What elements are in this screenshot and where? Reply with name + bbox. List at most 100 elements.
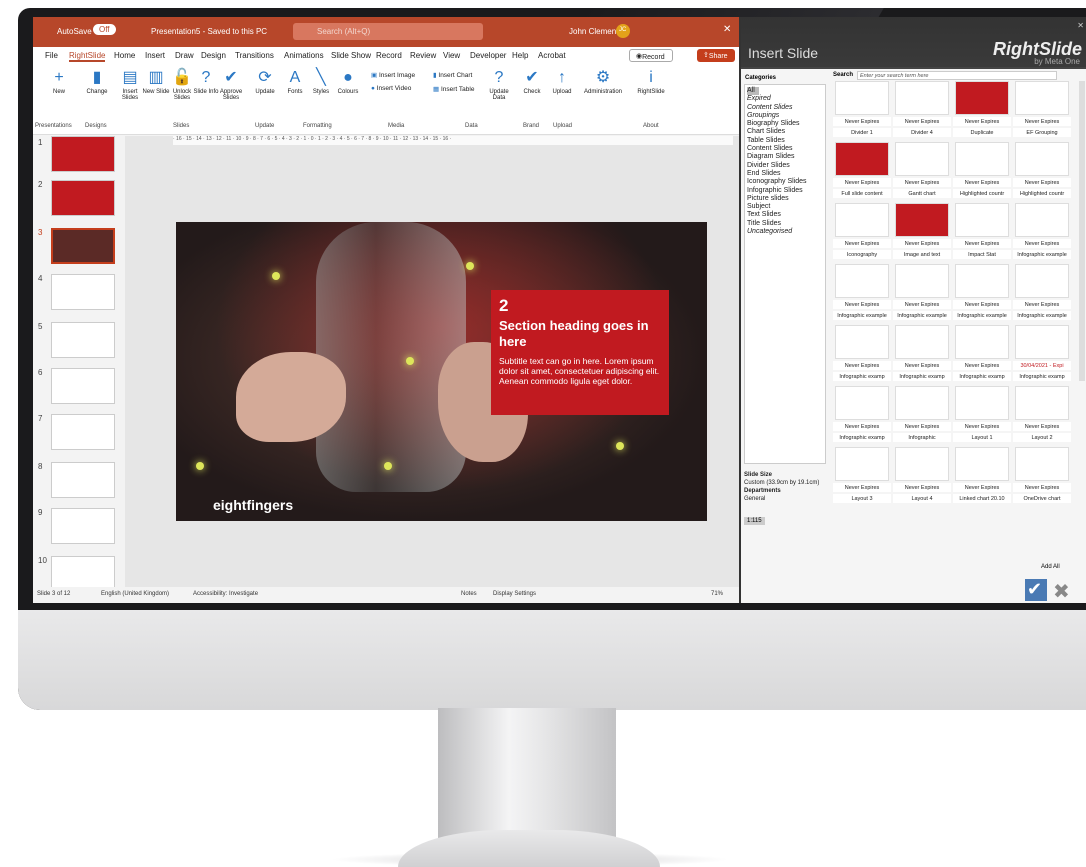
category-item[interactable]: Groupings bbox=[747, 112, 823, 120]
slide-preview[interactable] bbox=[895, 325, 949, 359]
slide-preview[interactable] bbox=[895, 386, 949, 420]
slide-thumbnail[interactable] bbox=[51, 414, 115, 450]
slide-card[interactable]: Never Expires Infographic examp bbox=[833, 386, 891, 446]
category-item[interactable]: End Slides bbox=[747, 170, 823, 178]
confirm-check-icon[interactable]: ✔ bbox=[1025, 579, 1047, 601]
avatar[interactable]: JC bbox=[616, 24, 630, 38]
slide-thumbnail-selected[interactable] bbox=[51, 228, 115, 264]
slide-card[interactable]: Never Expires Infographic bbox=[893, 386, 951, 446]
menu-review[interactable]: Review bbox=[410, 51, 436, 60]
close-icon[interactable]: ✕ bbox=[723, 24, 731, 35]
slide-preview[interactable] bbox=[955, 447, 1009, 481]
menu-transitions[interactable]: Transitions bbox=[235, 51, 274, 60]
slide-card[interactable]: Never Expires Divider 4 bbox=[893, 81, 951, 141]
category-item[interactable]: Content Slides bbox=[747, 145, 823, 153]
slide-preview[interactable] bbox=[955, 81, 1009, 115]
menu-animations[interactable]: Animations bbox=[284, 51, 324, 60]
accessibility-status[interactable]: Accessibility: Investigate bbox=[193, 591, 258, 597]
slide-card[interactable]: Never Expires Infographic examp bbox=[893, 325, 951, 385]
menu-draw[interactable]: Draw bbox=[175, 51, 194, 60]
share-button[interactable]: ⇪ Share bbox=[697, 49, 735, 62]
check-button[interactable]: ✔ Check bbox=[517, 67, 547, 95]
language-status[interactable]: English (United Kingdom) bbox=[101, 591, 169, 597]
category-item[interactable]: Infographic Slides bbox=[747, 187, 823, 195]
category-item[interactable]: Title Slides bbox=[747, 220, 823, 228]
slide-preview[interactable] bbox=[895, 203, 949, 237]
slide-thumbnail[interactable] bbox=[51, 322, 115, 358]
slide-preview[interactable] bbox=[955, 203, 1009, 237]
slide-card[interactable]: Never Expires EF Grouping bbox=[1013, 81, 1071, 141]
slide-preview[interactable] bbox=[835, 386, 889, 420]
cancel-x-icon[interactable]: ✖ bbox=[1053, 579, 1075, 603]
slide-card[interactable]: Never Expires Infographic examp bbox=[833, 325, 891, 385]
menu-record[interactable]: Record bbox=[376, 51, 402, 60]
notes-button[interactable]: Notes bbox=[461, 591, 477, 597]
slide-thumbnail[interactable] bbox=[51, 462, 115, 498]
slide-card[interactable]: Never Expires Full slide content bbox=[833, 142, 891, 202]
slide-preview[interactable] bbox=[955, 386, 1009, 420]
slide-preview[interactable] bbox=[835, 203, 889, 237]
slide-card[interactable]: Never Expires Impact Stat bbox=[953, 203, 1011, 263]
slide-thumbnail[interactable] bbox=[51, 368, 115, 404]
category-item[interactable]: Picture slides bbox=[747, 195, 823, 203]
slide-preview[interactable] bbox=[955, 264, 1009, 298]
update-data-button[interactable]: ? Update Data bbox=[483, 67, 515, 101]
slide-preview[interactable] bbox=[1015, 81, 1069, 115]
approve-slides-button[interactable]: ✔ Approve Slides bbox=[215, 67, 247, 101]
menu-file[interactable]: File bbox=[45, 51, 58, 60]
menu-rightslide[interactable]: RightSlide bbox=[69, 51, 106, 62]
slide-preview[interactable] bbox=[895, 81, 949, 115]
slide-preview[interactable] bbox=[1015, 325, 1069, 359]
upload-button[interactable]: ↑ Upload bbox=[547, 67, 577, 95]
new-button[interactable]: + New bbox=[41, 67, 77, 95]
slide-card[interactable]: Never Expires Iconography bbox=[833, 203, 891, 263]
slide-card[interactable]: Never Expires Infographic example bbox=[1013, 264, 1071, 324]
administration-button[interactable]: ⚙ Administration bbox=[579, 67, 627, 95]
category-item[interactable]: Uncategorised bbox=[747, 228, 823, 236]
panel-search-input[interactable]: Enter your search term here bbox=[857, 71, 1057, 80]
record-button[interactable]: ◉ Record bbox=[629, 49, 673, 62]
slide-preview[interactable] bbox=[895, 264, 949, 298]
slide-card[interactable]: Never Expires Duplicate bbox=[953, 81, 1011, 141]
slide-card[interactable]: Never Expires Infographic example bbox=[1013, 203, 1071, 263]
menu-insert[interactable]: Insert bbox=[145, 51, 165, 60]
update-button[interactable]: ⟳ Update bbox=[247, 67, 283, 95]
slide-card[interactable]: Never Expires Highlighted countr bbox=[1013, 142, 1071, 202]
change-button[interactable]: ▮ Change bbox=[79, 67, 115, 95]
slide-card[interactable]: Never Expires Layout 3 bbox=[833, 447, 891, 507]
category-item[interactable]: Diagram Slides bbox=[747, 153, 823, 161]
menu-developer[interactable]: Developer bbox=[470, 51, 506, 60]
styles-button[interactable]: ╲ Styles bbox=[307, 67, 335, 95]
slide-preview[interactable] bbox=[955, 142, 1009, 176]
slide-card[interactable]: Never Expires OneDrive chart bbox=[1013, 447, 1071, 507]
fonts-button[interactable]: A Fonts bbox=[281, 67, 309, 95]
section-heading-box[interactable]: 2 Section heading goes in here Subtitle … bbox=[491, 290, 669, 415]
insert-image-button[interactable]: ▣ Insert Image bbox=[371, 71, 415, 79]
slide-card[interactable]: Never Expires Infographic example bbox=[893, 264, 951, 324]
insert-video-button[interactable]: ● Insert Video bbox=[371, 85, 411, 92]
display-settings-button[interactable]: Display Settings bbox=[493, 591, 536, 597]
slide-preview[interactable] bbox=[835, 142, 889, 176]
autosave-toggle[interactable]: Off bbox=[93, 24, 116, 35]
slide-preview[interactable] bbox=[835, 264, 889, 298]
slide-card[interactable]: Never Expires Infographic examp bbox=[953, 325, 1011, 385]
slide-card[interactable]: Never Expires Infographic example bbox=[833, 264, 891, 324]
slide-preview[interactable] bbox=[835, 81, 889, 115]
rightslide-button[interactable]: i RightSlide bbox=[633, 67, 669, 95]
slide-thumbnail[interactable] bbox=[51, 180, 115, 216]
slide-card[interactable]: Never Expires Highlighted countr bbox=[953, 142, 1011, 202]
slide-preview[interactable] bbox=[835, 325, 889, 359]
slide-card[interactable]: Never Expires Linked chart 20.10 bbox=[953, 447, 1011, 507]
slide-card[interactable]: Never Expires Layout 2 bbox=[1013, 386, 1071, 446]
search-input[interactable]: Search (Alt+Q) bbox=[293, 23, 483, 40]
slide-preview[interactable] bbox=[895, 447, 949, 481]
category-item[interactable]: Expired bbox=[747, 95, 823, 103]
insert-chart-button[interactable]: ▮ Insert Chart bbox=[433, 71, 472, 79]
slide-thumbnail[interactable] bbox=[51, 274, 115, 310]
slide-preview[interactable] bbox=[955, 325, 1009, 359]
slide-preview[interactable] bbox=[835, 447, 889, 481]
category-item[interactable]: Biography Slides bbox=[747, 120, 823, 128]
grid-scrollbar[interactable] bbox=[1079, 81, 1085, 381]
slide-card[interactable]: Never Expires Layout 4 bbox=[893, 447, 951, 507]
category-item[interactable]: Content Slides bbox=[747, 104, 823, 112]
